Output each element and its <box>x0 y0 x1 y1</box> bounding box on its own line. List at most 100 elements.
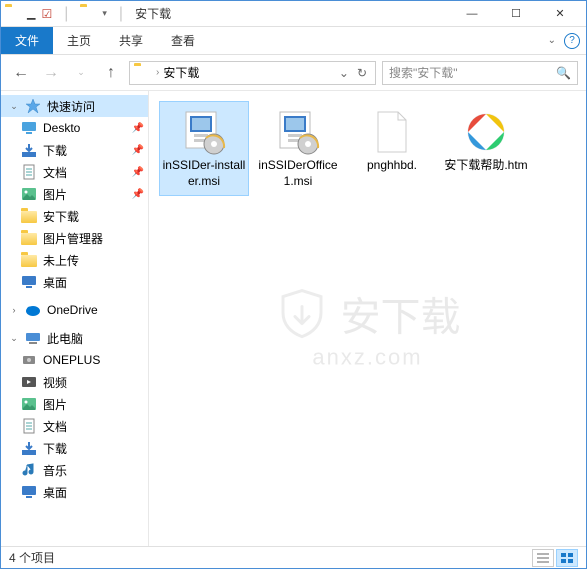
forward-button[interactable]: → <box>39 61 63 85</box>
file-grid: inSSIDer-installer.msi inSSIDerOffice1.ms… <box>159 101 576 196</box>
sidebar-item[interactable]: 图片 📌 <box>1 183 148 205</box>
sidebar-item[interactable]: 图片 <box>1 393 148 415</box>
device-icon <box>21 352 37 368</box>
sidebar-item-label: 桌面 <box>43 484 67 501</box>
address-dropdown-icon[interactable]: ⌄ <box>335 66 353 80</box>
folder-icon <box>134 65 150 81</box>
sidebar-item-label: 图片 <box>43 396 67 413</box>
recent-dropdown[interactable]: ⌄ <box>69 61 93 85</box>
file-thumbnail <box>462 108 510 156</box>
sidebar-item[interactable]: Deskto📌 <box>1 117 148 139</box>
icons-view-button[interactable] <box>556 549 578 567</box>
sidebar-item[interactable]: 文档 <box>1 415 148 437</box>
expand-icon[interactable]: › <box>9 305 19 315</box>
sidebar-item-label: 桌面 <box>43 274 67 291</box>
file-item[interactable]: inSSIDer-installer.msi <box>159 101 249 196</box>
sidebar-item[interactable]: ONEPLUS <box>1 349 148 371</box>
help-icon[interactable]: ? <box>564 33 580 49</box>
expand-icon[interactable]: ⌄ <box>9 101 19 112</box>
sidebar-item-label: Deskto <box>43 121 80 135</box>
qat-check-icon[interactable]: ☑ <box>41 7 52 21</box>
file-list-pane[interactable]: inSSIDer-installer.msi inSSIDerOffice1.ms… <box>149 91 586 546</box>
file-name: 安下载帮助.htm <box>444 158 527 174</box>
sidebar-item-label: ONEPLUS <box>43 353 100 367</box>
search-input[interactable]: 搜索"安下载" 🔍 <box>382 61 578 85</box>
sidebar-item[interactable]: 图片管理器 <box>1 227 148 249</box>
folder-icon <box>5 6 21 22</box>
sidebar-item[interactable]: 桌面 <box>1 271 148 293</box>
sidebar-item-label: 下载 <box>43 142 67 159</box>
qat-item[interactable]: ▁ <box>27 7 35 20</box>
ribbon-expand-icon[interactable]: ⌄ <box>548 35 556 46</box>
status-bar: 4 个项目 <box>1 546 586 568</box>
sidebar-item-label: 文档 <box>43 418 67 435</box>
address-bar[interactable]: › 安下载 ⌄ ↻ <box>129 61 376 85</box>
title-bar: ▁ ☑ | ▾ | 安下载 — ☐ ✕ <box>1 1 586 27</box>
expand-icon[interactable]: ⌄ <box>9 333 19 344</box>
file-name: inSSIDer-installer.msi <box>162 158 246 189</box>
up-button[interactable]: ↑ <box>99 61 123 85</box>
doc-icon <box>21 418 37 434</box>
file-item[interactable]: inSSIDerOffice1.msi <box>253 101 343 196</box>
download-icon <box>21 440 37 456</box>
details-view-button[interactable] <box>532 549 554 567</box>
file-item[interactable]: pnghhbd. <box>347 101 437 196</box>
tab-file[interactable]: 文件 <box>1 27 53 54</box>
search-placeholder: 搜索"安下载" <box>389 64 458 81</box>
view-switcher <box>532 549 578 567</box>
sidebar-group[interactable]: › OneDrive <box>1 299 148 321</box>
back-button[interactable]: ← <box>9 61 33 85</box>
pin-icon: 📌 <box>132 145 144 156</box>
sidebar-group-label: 快速访问 <box>47 98 95 115</box>
video-icon <box>21 374 37 390</box>
sidebar-item[interactable]: 桌面 <box>1 481 148 503</box>
sidebar-group[interactable]: ⌄ 快速访问 <box>1 95 148 117</box>
qat-dropdown-icon[interactable]: ▾ <box>102 8 107 19</box>
window-controls: — ☐ ✕ <box>450 1 582 27</box>
file-name: pnghhbd. <box>367 158 417 174</box>
refresh-button[interactable]: ↻ <box>353 66 371 80</box>
sidebar-item-label: 图片管理器 <box>43 230 103 247</box>
sidebar-item-label: 视频 <box>43 374 67 391</box>
pictures-icon <box>21 186 37 202</box>
sidebar-item[interactable]: 文档📌 <box>1 161 148 183</box>
tab-view[interactable]: 查看 <box>157 27 209 54</box>
navigation-pane[interactable]: ⌄快速访问Deskto📌下载📌文档📌图片📌安下载图片管理器未上传桌面›OneDr… <box>1 91 149 546</box>
separator: | <box>64 5 68 23</box>
onedrive-icon <box>25 302 41 318</box>
close-button[interactable]: ✕ <box>538 1 582 27</box>
sidebar-item-label: 图片 <box>43 186 67 203</box>
file-item[interactable]: 安下载帮助.htm <box>441 101 531 196</box>
sidebar-item[interactable]: 安下载 <box>1 205 148 227</box>
minimize-button[interactable]: — <box>450 1 494 27</box>
sidebar-item-label: 安下载 <box>43 208 79 225</box>
sidebar-item[interactable]: 下载 <box>1 437 148 459</box>
file-thumbnail <box>274 108 322 156</box>
breadcrumb-item[interactable]: 安下载 <box>161 64 201 81</box>
pin-icon: 📌 <box>132 167 144 178</box>
tab-share[interactable]: 共享 <box>105 27 157 54</box>
tab-home[interactable]: 主页 <box>53 27 105 54</box>
sidebar-group-label: OneDrive <box>47 303 98 317</box>
quick-access-toolbar: ▁ ☑ | ▾ | 安下载 <box>5 5 171 23</box>
pin-icon: 📌 <box>132 189 144 200</box>
folder-icon <box>80 6 96 22</box>
sidebar-group[interactable]: ⌄此电脑 <box>1 327 148 349</box>
sidebar-item[interactable]: 视频 <box>1 371 148 393</box>
separator: | <box>119 5 123 23</box>
sidebar-item-label: 下载 <box>43 440 67 457</box>
pictures-icon <box>21 396 37 412</box>
status-text: 4 个项目 <box>9 549 55 566</box>
ribbon-tabs: 文件 主页 共享 查看 ⌄ ? <box>1 27 586 55</box>
folder-icon <box>21 208 37 224</box>
file-name: inSSIDerOffice1.msi <box>256 158 340 189</box>
file-thumbnail <box>180 108 228 156</box>
sidebar-item[interactable]: 音乐 <box>1 459 148 481</box>
watermark-text: 安下载 <box>341 284 461 342</box>
sidebar-item[interactable]: 未上传 <box>1 249 148 271</box>
maximize-button[interactable]: ☐ <box>494 1 538 27</box>
desktop-icon <box>21 120 37 136</box>
folder-icon <box>21 252 37 268</box>
chevron-right-icon[interactable]: › <box>154 67 161 78</box>
sidebar-item[interactable]: 下载 📌 <box>1 139 148 161</box>
